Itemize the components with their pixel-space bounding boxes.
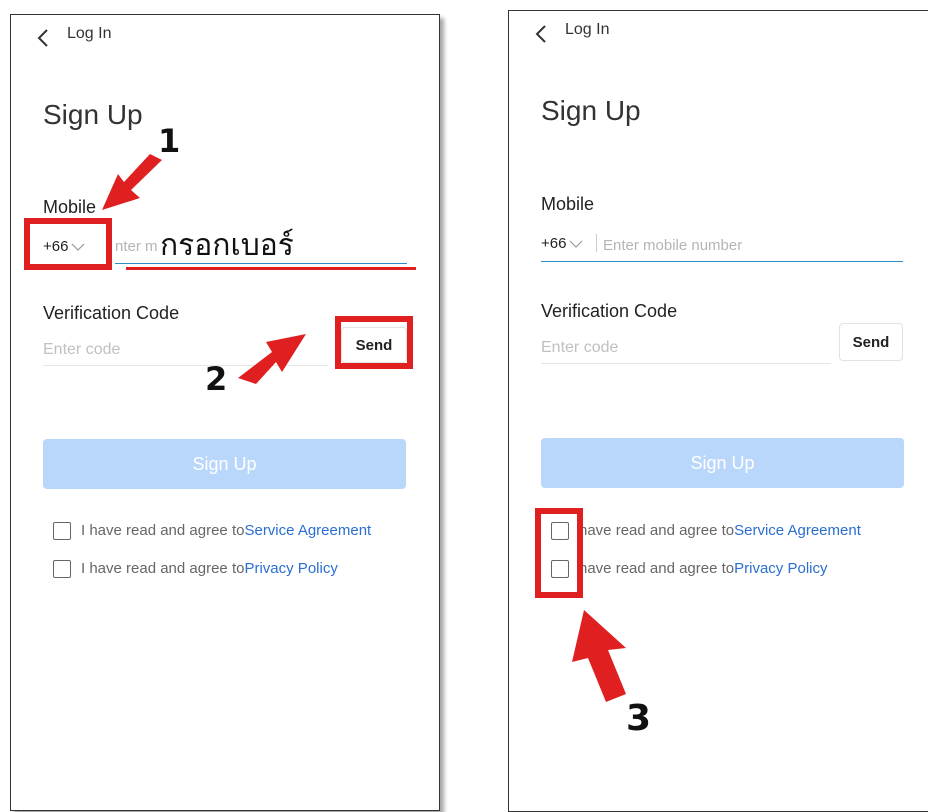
service-agreement-row: have read and agree toService Agreement xyxy=(551,522,861,541)
page-title: Sign Up xyxy=(541,95,641,126)
verification-code-input[interactable] xyxy=(541,338,801,358)
privacy-policy-row: I have read and agree toPrivacy Policy xyxy=(53,560,338,579)
sign-up-button[interactable]: Sign Up xyxy=(541,438,904,488)
login-link[interactable]: Log In xyxy=(565,21,609,39)
red-underline-annotation xyxy=(126,267,416,270)
agreement-text: I have read and agree to xyxy=(81,560,245,577)
privacy-policy-checkbox[interactable] xyxy=(53,560,71,579)
agreement-text: have read and agree to xyxy=(579,560,735,577)
mobile-number-input[interactable] xyxy=(603,235,893,255)
service-agreement-row: I have read and agree toService Agreemen… xyxy=(53,522,371,541)
red-arrow-icon xyxy=(238,334,306,384)
red-arrow-icon xyxy=(572,610,626,702)
verification-code-label: Verification Code xyxy=(43,303,180,323)
highlight-box-send xyxy=(335,316,413,369)
top-bar: Log In xyxy=(11,15,439,59)
send-code-button[interactable]: Send xyxy=(839,323,903,361)
highlight-box-checkboxes xyxy=(535,508,583,598)
sign-up-button[interactable]: Sign Up xyxy=(43,439,406,489)
service-agreement-link[interactable]: Service Agreement xyxy=(244,522,371,539)
highlight-box-country-code xyxy=(24,218,112,270)
divider xyxy=(596,234,597,252)
login-link[interactable]: Log In xyxy=(67,25,111,43)
privacy-policy-link[interactable]: Privacy Policy xyxy=(244,560,337,577)
step-number-3: 3 xyxy=(626,698,652,739)
agreement-text: I have read and agree to xyxy=(81,522,245,539)
mobile-number-input[interactable]: nter m xyxy=(115,238,158,255)
top-bar: Log In xyxy=(509,11,928,55)
service-agreement-checkbox[interactable] xyxy=(53,522,71,541)
red-arrow-icon xyxy=(102,154,162,210)
agreement-text: have read and agree to xyxy=(579,522,735,539)
privacy-policy-row: have read and agree toPrivacy Policy xyxy=(551,560,827,579)
privacy-policy-link[interactable]: Privacy Policy xyxy=(734,560,827,577)
step-number-2: 2 xyxy=(205,360,228,398)
chevron-down-icon xyxy=(570,240,583,248)
enter-number-hint: กรอกเบอร์ xyxy=(160,228,294,263)
code-input-underline xyxy=(541,363,831,364)
mobile-input-underline xyxy=(541,261,903,262)
verification-code-label: Verification Code xyxy=(541,301,678,321)
mobile-label: Mobile xyxy=(541,194,595,214)
page-title: Sign Up xyxy=(43,99,143,130)
country-code-value: +66 xyxy=(541,235,567,252)
chevron-left-icon[interactable] xyxy=(33,27,53,49)
chevron-left-icon[interactable] xyxy=(531,23,551,45)
mobile-label: Mobile xyxy=(43,197,97,217)
country-code-select[interactable]: +66 xyxy=(541,235,583,252)
service-agreement-link[interactable]: Service Agreement xyxy=(734,522,861,539)
phone-screen-left: Log In Sign Up Mobile +66 nter m Verific… xyxy=(10,14,440,811)
